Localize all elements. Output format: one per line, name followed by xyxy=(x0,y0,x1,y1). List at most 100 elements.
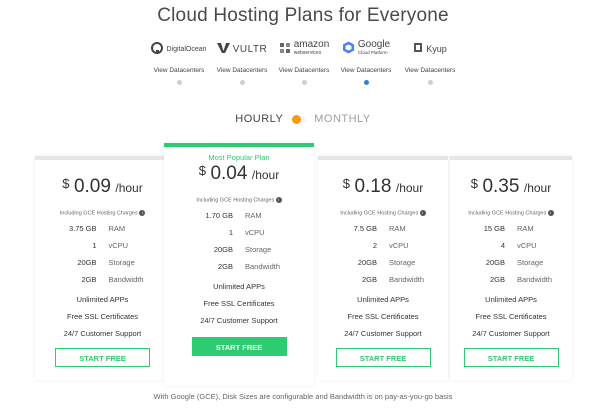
plan-badge xyxy=(450,166,572,176)
spec-row-storage: 20GB Storage xyxy=(318,258,448,267)
charges-note: Including GCE Hosting Charges i xyxy=(35,210,170,216)
feature-item: Free SSL Certificates xyxy=(347,312,419,322)
spec-row-storage: 20GB Storage xyxy=(164,245,314,254)
spec-value: 2GB xyxy=(489,275,505,285)
spec-value: 20GB xyxy=(213,245,233,255)
price-currency: $ xyxy=(342,176,350,191)
spec-label: RAM xyxy=(108,224,126,234)
feature-item: 24/7 Customer Support xyxy=(472,329,550,339)
price-unit: /hour xyxy=(251,168,280,182)
provider-indicator-dot[interactable] xyxy=(301,80,307,85)
info-icon[interactable]: i xyxy=(139,210,146,216)
spec-row-vcpu: 4 vCPU xyxy=(450,241,572,250)
provider-indicator-dot-active[interactable] xyxy=(363,80,369,85)
card-top-bar xyxy=(35,156,170,160)
spec-label: Bandwidth xyxy=(108,275,144,285)
billing-toggle: HOURLY MONTHLY xyxy=(0,113,606,125)
spec-row-storage: 20GB Storage xyxy=(450,258,572,267)
price-amount: 0.04 xyxy=(210,163,248,184)
monthly-label[interactable]: MONTHLY xyxy=(314,113,370,125)
spec-row-storage: 20GB Storage xyxy=(35,258,170,267)
spec-value: 2GB xyxy=(361,275,377,285)
start-free-button[interactable]: START FREE xyxy=(463,348,559,368)
charges-note-text: Including GCE Hosting Charges xyxy=(468,210,547,217)
spec-row-bandwidth: 2GB Bandwidth xyxy=(35,275,170,284)
spec-value: 4 xyxy=(500,241,505,251)
spec-label: vCPU xyxy=(517,241,537,251)
amazon-icon xyxy=(279,42,291,57)
provider-indicator-dot[interactable] xyxy=(176,80,182,85)
plan-card: $ 0.09 /hour Including GCE Hosting Charg… xyxy=(35,156,170,380)
billing-switch[interactable] xyxy=(291,114,306,124)
feature-item: 24/7 Customer Support xyxy=(344,329,422,339)
spec-value: 1 xyxy=(228,228,233,238)
spec-value: 2GB xyxy=(217,262,233,272)
spec-row-bandwidth: 2GB Bandwidth xyxy=(164,262,314,271)
spec-row-vcpu: 1 vCPU xyxy=(164,228,314,237)
spec-row-vcpu: 1 vCPU xyxy=(35,241,170,250)
kyup-icon xyxy=(413,42,423,56)
info-icon[interactable]: i xyxy=(275,197,282,203)
plan-price: $ 0.09 /hour xyxy=(35,176,170,198)
plan-badge: Most Popular Plan xyxy=(208,153,270,162)
kyup-logo: Kyup xyxy=(390,34,470,64)
spec-value: 20GB xyxy=(77,258,97,268)
digitalocean-logo-text: DigitalOcean xyxy=(166,45,207,53)
charges-note-text: Including GCE Hosting Charges xyxy=(59,210,138,217)
price-amount: 0.18 xyxy=(354,176,392,197)
feature-item: Unlimited APPs xyxy=(213,282,265,292)
price-unit: /hour xyxy=(395,181,424,195)
provider-kyup[interactable]: Kyup View Datacenters xyxy=(390,34,470,85)
google-cloud-icon xyxy=(342,41,355,57)
start-free-button[interactable]: START FREE xyxy=(55,348,150,368)
feature-item: Free SSL Certificates xyxy=(203,299,275,309)
spec-row-ram: 3.75 GB RAM xyxy=(35,224,170,233)
plan-badge xyxy=(318,166,448,176)
switch-knob[interactable] xyxy=(291,114,301,124)
card-top-bar xyxy=(164,143,314,147)
spec-value: 15 GB xyxy=(483,224,505,234)
spec-row-bandwidth: 2GB Bandwidth xyxy=(450,275,572,284)
view-datacenters-link[interactable]: View Datacenters xyxy=(390,67,470,74)
spec-label: Storage xyxy=(108,258,135,268)
page-title: Cloud Hosting Plans for Everyone xyxy=(157,5,449,26)
price-amount: 0.35 xyxy=(482,176,520,197)
spec-label: Storage xyxy=(389,258,416,268)
footer-note: With Google (GCE), Disk Sizes are config… xyxy=(153,392,453,401)
card-top-bar xyxy=(450,156,572,160)
plan-price: $ 0.04 /hour xyxy=(164,163,314,185)
spec-row-vcpu: 2 vCPU xyxy=(318,241,448,250)
charges-note-text: Including GCE Hosting Charges xyxy=(196,197,275,204)
start-free-button[interactable]: START FREE xyxy=(335,348,431,368)
provider-indicator-dot[interactable] xyxy=(239,80,245,85)
spec-label: Bandwidth xyxy=(517,275,553,285)
price-unit: /hour xyxy=(115,181,143,195)
start-free-button[interactable]: START FREE xyxy=(191,337,287,357)
spec-value: 2 xyxy=(372,241,377,251)
digitalocean-icon xyxy=(151,41,164,57)
google-logo-subtext: Cloud Platform xyxy=(357,50,388,55)
plan-card: $ 0.35 /hour Including GCE Hosting Charg… xyxy=(450,156,572,380)
vultr-icon xyxy=(216,42,230,57)
provider-indicator-dot[interactable] xyxy=(427,80,433,85)
spec-label: Bandwidth xyxy=(389,275,425,285)
spec-label: Bandwidth xyxy=(245,262,281,272)
feature-item: Free SSL Certificates xyxy=(475,312,547,322)
info-icon[interactable]: i xyxy=(547,210,554,216)
plan-card: $ 0.18 /hour Including GCE Hosting Charg… xyxy=(318,156,448,380)
spec-value: 1 xyxy=(92,241,97,251)
feature-item: 24/7 Customer Support xyxy=(200,316,278,326)
spec-value: 2GB xyxy=(81,275,97,285)
hourly-label[interactable]: HOURLY xyxy=(235,113,283,125)
price-currency: $ xyxy=(470,176,478,191)
spec-value: 1.70 GB xyxy=(205,211,233,221)
spec-label: Storage xyxy=(245,245,272,255)
spec-label: vCPU xyxy=(108,241,129,251)
vultr-logo-text: VULTR xyxy=(232,43,268,55)
spec-row-ram: 1.70 GB RAM xyxy=(164,211,314,220)
feature-item: Unlimited APPs xyxy=(357,295,409,305)
spec-label: vCPU xyxy=(245,228,265,238)
card-top-bar xyxy=(318,156,448,160)
info-icon[interactable]: i xyxy=(419,210,426,216)
amazon-logo-subtext: webservices xyxy=(293,50,322,56)
